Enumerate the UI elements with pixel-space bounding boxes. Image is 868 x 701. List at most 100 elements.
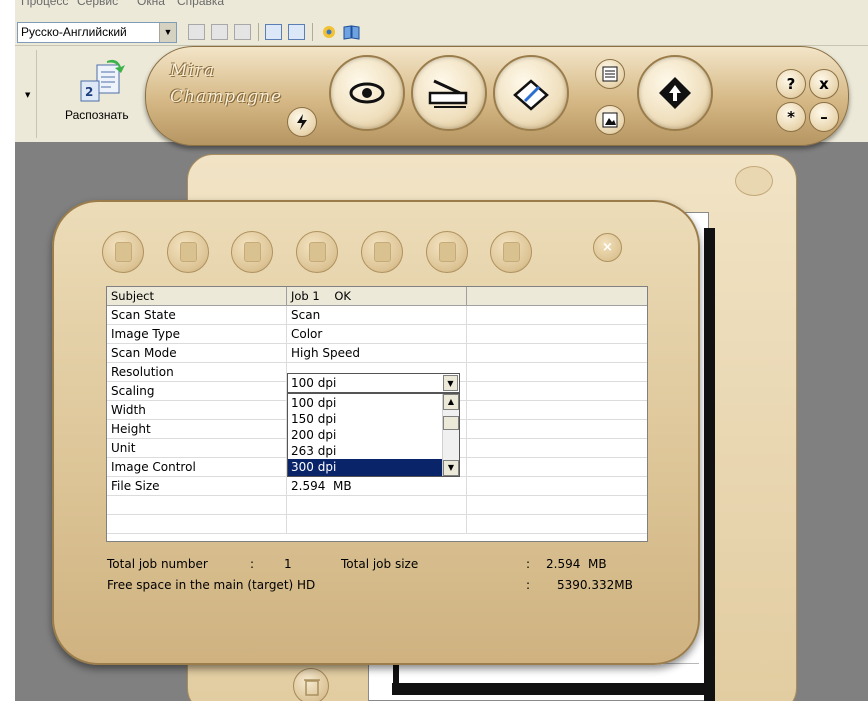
- menu-process[interactable]: Процесс: [21, 0, 68, 8]
- book-icon[interactable]: [343, 24, 360, 40]
- total-job-number-label: Total job number: [107, 557, 208, 571]
- column-header-subject[interactable]: Subject: [107, 287, 287, 306]
- row-extra: [467, 382, 647, 401]
- table-view-icon[interactable]: [288, 24, 305, 40]
- language-select-value: Русско-Английский: [21, 25, 127, 39]
- close-icon: x: [819, 75, 829, 93]
- row-extra: [467, 420, 647, 439]
- resolution-option[interactable]: 263 dpi: [288, 443, 443, 460]
- document-icon: [115, 242, 132, 262]
- save-job-button[interactable]: [296, 231, 338, 273]
- copy-job-button[interactable]: [167, 231, 209, 273]
- toolbar-separator: [258, 23, 259, 41]
- row-extra: [467, 458, 647, 477]
- row-extra: [467, 515, 647, 534]
- table-row[interactable]: [107, 515, 647, 534]
- row-value: Color: [287, 325, 467, 344]
- trash-icon[interactable]: [293, 668, 329, 701]
- brand-line-1: Mira: [170, 61, 216, 81]
- delete-job-button[interactable]: [490, 231, 532, 273]
- help-button[interactable]: ?: [776, 69, 806, 99]
- open-job-button[interactable]: [231, 231, 273, 273]
- scan-button[interactable]: [411, 55, 487, 131]
- image-icon: [602, 112, 618, 128]
- save-icon: [309, 242, 326, 262]
- free-space-value: 5390.332MB: [557, 578, 633, 592]
- grid-layout-icon[interactable]: [188, 24, 205, 40]
- asterisk-icon: *: [787, 108, 795, 126]
- resolution-option[interactable]: 100 dpi: [288, 395, 443, 412]
- resolution-option[interactable]: 200 dpi: [288, 427, 443, 444]
- mira-control-bar: Mira Champagne ? x * –: [145, 46, 849, 146]
- total-job-size-value: 2.594 MB: [546, 557, 607, 571]
- diamond-icon: [659, 77, 691, 109]
- pen-sheet-icon: [513, 79, 549, 111]
- column-header-job[interactable]: Job 1 OK: [287, 287, 467, 306]
- row-extra: [467, 496, 647, 515]
- lightning-icon: [297, 114, 307, 130]
- chevron-down-icon[interactable]: ▼: [25, 91, 30, 99]
- table-row[interactable]: Scan State Scan: [107, 306, 647, 325]
- recognize-button-label[interactable]: Распознать: [65, 108, 129, 122]
- resolution-scrollbar[interactable]: ▲ ▼: [442, 394, 459, 476]
- table-row[interactable]: Image Type Color: [107, 325, 647, 344]
- row-label: Height: [107, 420, 287, 439]
- document-icon: [439, 242, 456, 262]
- table-row[interactable]: File Size 2.594 MB: [107, 477, 647, 496]
- minimize-icon: –: [820, 108, 828, 126]
- two-pages-icon[interactable]: [265, 24, 282, 40]
- scroll-up-icon[interactable]: ▲: [443, 394, 459, 410]
- row-value: 2.594 MB: [287, 477, 467, 496]
- menu-windows[interactable]: Окна: [137, 0, 165, 8]
- language-select[interactable]: Русско-Английский ▼: [17, 22, 177, 43]
- new-job-button[interactable]: [102, 231, 144, 273]
- resolution-select[interactable]: 100 dpi ▼: [287, 373, 460, 393]
- scroll-down-icon[interactable]: ▼: [443, 460, 459, 476]
- row-extra: [467, 477, 647, 496]
- toolbar-top: Русско-Английский ▼: [15, 18, 868, 46]
- page-border-right: [704, 228, 715, 701]
- job-properties-button[interactable]: [426, 231, 468, 273]
- table-row[interactable]: [107, 496, 647, 515]
- summary-colon: :: [526, 578, 531, 592]
- preview-button[interactable]: [329, 55, 405, 131]
- scroll-thumb[interactable]: [443, 416, 459, 430]
- page-border-bottom: [392, 683, 715, 695]
- row-label: Scan Mode: [107, 344, 287, 363]
- chevron-down-icon[interactable]: ▼: [159, 23, 176, 42]
- resolution-option-highlighted[interactable]: 300 dpi: [288, 459, 443, 476]
- scanner-icon: [428, 79, 468, 108]
- edit-job-button[interactable]: [361, 231, 403, 273]
- wizard-icon[interactable]: [320, 24, 337, 40]
- close-button[interactable]: x: [809, 69, 839, 99]
- folder-icon: [244, 242, 261, 262]
- settings-button[interactable]: *: [776, 102, 806, 132]
- row-value: Scan: [287, 306, 467, 325]
- summary-colon: :: [526, 557, 531, 571]
- dialog-close-button[interactable]: ×: [593, 233, 622, 262]
- image-layout-icon[interactable]: [211, 24, 228, 40]
- preview-panel-knob[interactable]: [735, 166, 773, 196]
- toolbar-separator: [312, 23, 313, 41]
- menu-help[interactable]: Справка: [177, 0, 224, 8]
- row-label: Image Control: [107, 458, 287, 477]
- text-layout-icon[interactable]: [234, 24, 251, 40]
- minimize-button[interactable]: –: [809, 102, 839, 132]
- list-view-button[interactable]: [595, 59, 625, 89]
- image-settings-button[interactable]: [595, 105, 625, 135]
- question-icon: ?: [786, 75, 796, 93]
- row-label: Scaling: [107, 382, 287, 401]
- resolution-option[interactable]: 150 dpi: [288, 411, 443, 428]
- row-label: Image Type: [107, 325, 287, 344]
- start-button[interactable]: [637, 55, 713, 131]
- resolution-select-value: 100 dpi: [291, 376, 337, 390]
- chevron-down-icon[interactable]: ▼: [443, 375, 458, 391]
- power-button[interactable]: [287, 107, 317, 137]
- menu-service[interactable]: Сервис: [77, 0, 118, 8]
- edit-button[interactable]: [493, 55, 569, 131]
- column-header-empty[interactable]: [467, 287, 647, 306]
- free-space-label: Free space in the main (target) HD: [107, 578, 316, 592]
- recognize-icon[interactable]: 2: [77, 59, 127, 103]
- table-row[interactable]: Scan Mode High Speed: [107, 344, 647, 363]
- total-job-size-label: Total job size: [341, 557, 419, 571]
